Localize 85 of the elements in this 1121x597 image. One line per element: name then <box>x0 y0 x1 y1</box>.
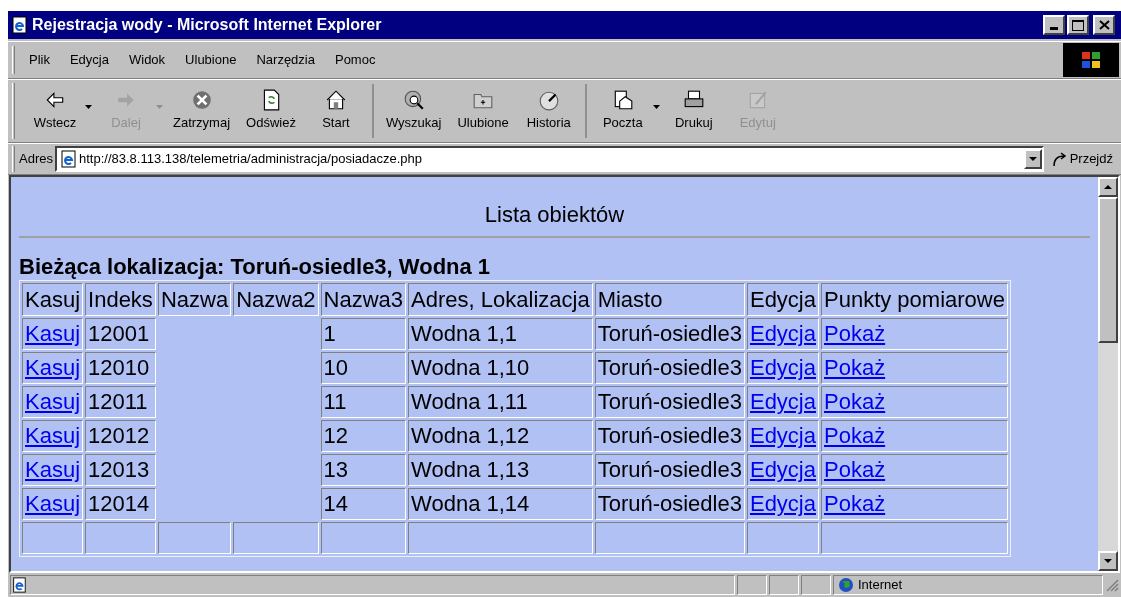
table-cell: 11 <box>320 386 407 418</box>
table-cell: Wodna 1,1 <box>408 318 593 350</box>
table-cell: Wodna 1,10 <box>408 352 593 384</box>
menu-item[interactable]: Ulubione <box>179 50 243 70</box>
table-cell: 12010 <box>85 352 156 384</box>
resize-grip-icon[interactable] <box>1105 578 1119 592</box>
caret-icon <box>1028 157 1037 161</box>
status-panel <box>769 575 799 595</box>
minimize-button[interactable] <box>1043 15 1065 35</box>
curved-arrow-icon <box>1051 151 1068 167</box>
table-cell: 12012 <box>85 420 156 452</box>
scroll-thumb[interactable] <box>1098 197 1118 343</box>
windows-logo-icon <box>1063 43 1119 77</box>
column-header: Indeks <box>85 283 156 316</box>
toolbar-button[interactable]: Odśwież <box>240 84 302 138</box>
menu-item[interactable]: Widok <box>123 50 172 70</box>
toolbar-button[interactable]: Poczta <box>592 84 660 138</box>
table-cell: Toruń-osiedle3 <box>594 488 745 520</box>
menu-item[interactable]: Edycja <box>63 50 115 70</box>
go-button[interactable]: Przejdź <box>1043 146 1121 172</box>
window-title: Rejestracja wody - Microsoft Internet Explorer <box>32 15 383 35</box>
globe-icon <box>838 577 854 593</box>
maximize-button[interactable] <box>1067 15 1089 35</box>
close-button[interactable] <box>1093 15 1115 35</box>
table-cell: 12 <box>320 420 407 452</box>
toolbar-button[interactable]: Start <box>305 84 374 138</box>
address-field[interactable]: http://83.8.113.138/telemetria/administracja/posiadacze.php <box>54 146 1044 172</box>
table-cell: 12011 <box>85 386 156 418</box>
column-header: Nazwa2 <box>233 283 319 316</box>
address-label: Adres <box>19 150 53 169</box>
down-arrow-icon <box>1104 559 1112 563</box>
table-cell: Wodna 1,14 <box>408 488 593 520</box>
caret-icon <box>652 105 660 109</box>
table-cell: Toruń-osiedle3 <box>594 386 745 418</box>
table-cell: Toruń-osiedle3 <box>594 352 745 384</box>
column-header: Nazwa <box>157 283 232 316</box>
table-cell: Toruń-osiedle3 <box>594 454 745 486</box>
stop-icon <box>190 89 213 112</box>
clock-icon <box>537 89 560 112</box>
caret-icon <box>156 105 163 109</box>
column-header: Nazwa3 <box>320 283 407 316</box>
toolbar-button[interactable]: Wyszukaj <box>379 84 448 138</box>
scroll-down-button[interactable] <box>1098 551 1118 571</box>
caret-icon <box>85 105 92 109</box>
table-cell: Wodna 1,11 <box>408 386 593 418</box>
table-cell: 13 <box>320 454 407 486</box>
column-header: Kasuj <box>22 283 84 316</box>
home-icon <box>324 89 347 112</box>
table-cell: 10 <box>320 352 407 384</box>
table-cell: 1 <box>320 318 407 350</box>
page-title: Lista obiektów <box>483 202 626 228</box>
toolbar-button[interactable]: Historia <box>518 84 587 138</box>
table-cell: 14 <box>320 488 407 520</box>
toolbar-button[interactable]: Ulubione <box>451 84 515 138</box>
table-cell: Toruń-osiedle3 <box>594 318 745 350</box>
search-icon <box>402 89 425 112</box>
table-cell: 12014 <box>85 488 156 520</box>
toolbar-button[interactable]: Zatrzymaj <box>167 84 237 138</box>
column-header: Adres, Lokalizacja <box>408 283 593 316</box>
close-icon <box>1098 20 1110 30</box>
column-header: Edycja <box>746 283 819 316</box>
toolbar-button[interactable]: Wstecz <box>25 84 92 138</box>
browser-icon <box>10 16 28 34</box>
menu-item[interactable]: Pomoc <box>328 50 382 70</box>
zone-label: Internet <box>858 576 903 595</box>
table-cell: Wodna 1,12 <box>408 420 593 452</box>
table-cell: 12001 <box>85 318 156 350</box>
toolbar-button[interactable]: Drukuj <box>663 84 724 138</box>
minimize-icon <box>1050 27 1058 30</box>
menu-item[interactable]: Plik <box>23 50 56 70</box>
page-icon <box>11 577 27 593</box>
scrollbar[interactable] <box>1098 177 1118 571</box>
table-cell: Wodna 1,13 <box>408 454 593 486</box>
maximize-icon <box>1072 19 1084 31</box>
status-panel <box>737 575 767 595</box>
up-arrow-icon <box>1104 185 1112 189</box>
column-header: Punkty pomiarowe <box>821 283 1008 316</box>
location-heading: Bieżąca lokalizacja: Toruń-osiedle3, Wodna 1 <box>19 254 492 280</box>
table-cell: 12013 <box>85 454 156 486</box>
menu-item[interactable]: Narzędzia <box>250 50 321 70</box>
table-cell: Toruń-osiedle3 <box>594 420 745 452</box>
column-header: Miasto <box>594 283 745 316</box>
scroll-up-button[interactable] <box>1098 177 1118 197</box>
dropdown-button[interactable] <box>1023 149 1042 169</box>
status-panel <box>801 575 831 595</box>
